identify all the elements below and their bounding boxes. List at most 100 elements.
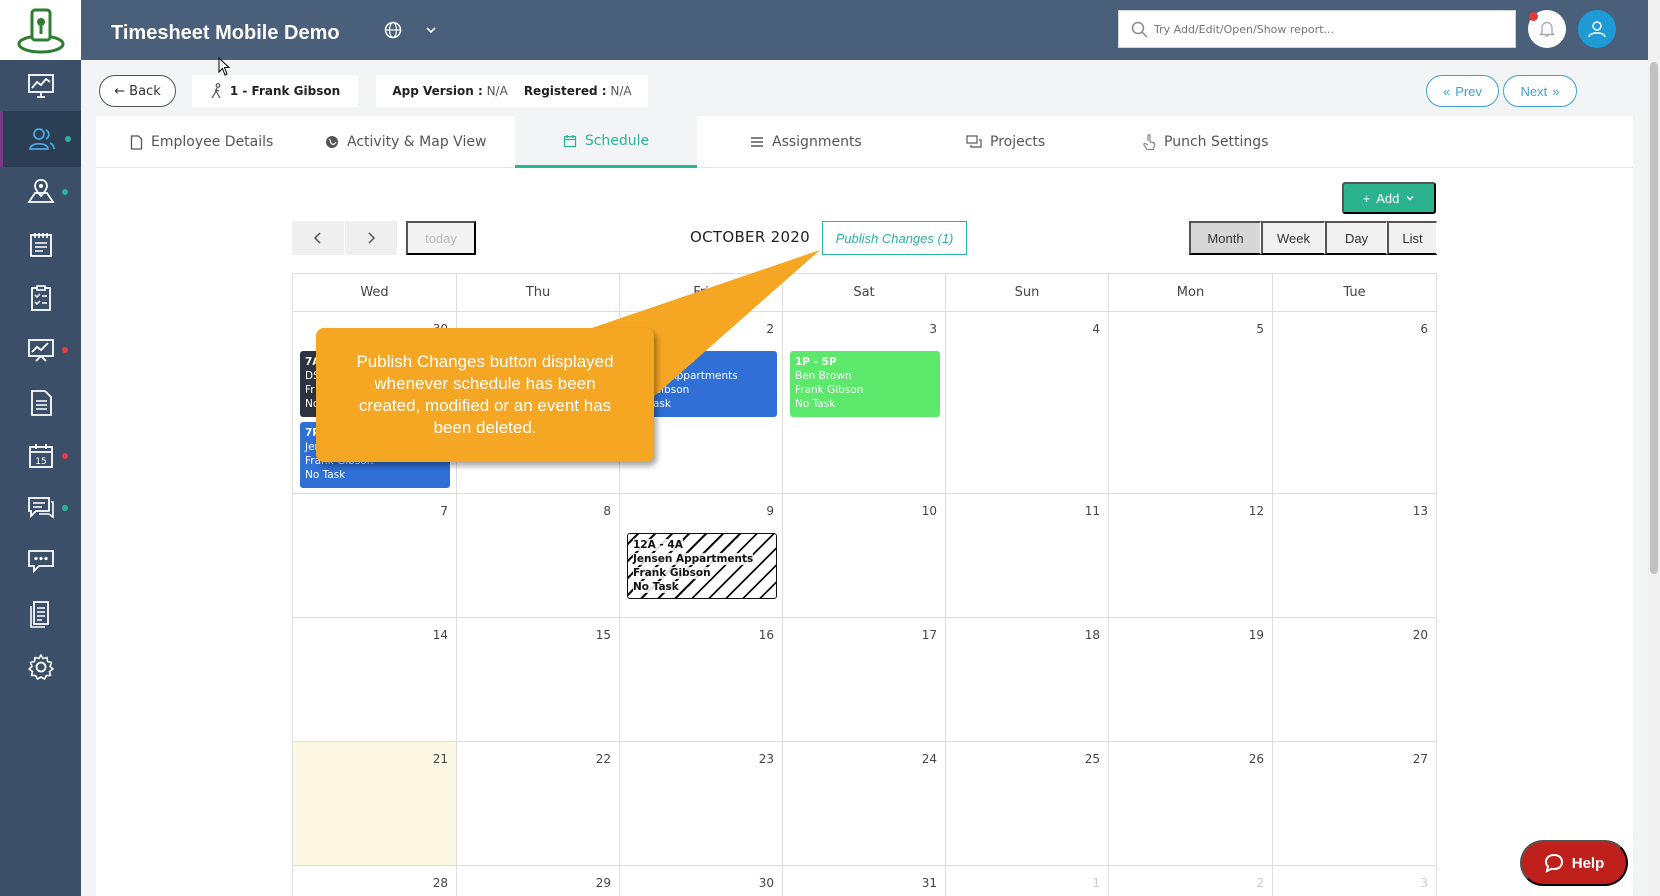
next-button[interactable]: Next » [1503, 75, 1577, 107]
publish-changes-button[interactable]: Publish Changes (1) [822, 221, 967, 255]
tab-activity-map[interactable]: Activity & Map View [325, 116, 486, 168]
globe-icon [326, 136, 338, 148]
day-cell[interactable]: 28 [293, 866, 457, 896]
day-cell[interactable]: 6 [1273, 312, 1436, 494]
tab-punch-settings[interactable]: Punch Settings [1142, 116, 1268, 168]
tab-assignments[interactable]: Assignments [750, 116, 862, 168]
view-day-button[interactable]: Day [1325, 221, 1387, 255]
day-cell[interactable]: 26 [1109, 742, 1273, 866]
projects-icon [966, 135, 982, 148]
sidebar-item-forms[interactable] [0, 586, 81, 642]
sidebar-item-map[interactable] [0, 164, 81, 220]
event-time: 1P - 5P [795, 356, 837, 368]
world-icon[interactable] [383, 20, 403, 44]
day-cell[interactable]: 3 [1273, 866, 1436, 896]
day-cell-today[interactable]: 21 [293, 742, 457, 866]
sidebar-item-timesheets[interactable] [0, 217, 81, 273]
search-input[interactable] [1154, 19, 1504, 39]
back-button[interactable]: ← Back [99, 75, 176, 107]
day-cell[interactable]: 27 [1273, 742, 1436, 866]
logo-icon [17, 8, 64, 54]
view-month-button[interactable]: Month [1189, 221, 1261, 255]
prev-button[interactable]: « Prev [1426, 75, 1499, 107]
day-number: 23 [758, 752, 774, 766]
view-week-button[interactable]: Week [1261, 221, 1325, 255]
day-cell[interactable]: 1 [946, 866, 1109, 896]
sidebar-item-more[interactable] [0, 533, 81, 589]
prev-month-button[interactable] [292, 221, 344, 255]
sidebar-item-reports[interactable] [0, 322, 81, 378]
employee-name: 1 - Frank Gibson [229, 84, 341, 98]
event-line: No Task [633, 581, 679, 593]
day-number: 25 [1084, 752, 1100, 766]
notebook-icon [29, 233, 52, 257]
day-cell[interactable]: 14 [293, 618, 457, 742]
calendar-event[interactable]: 1P - 5P Ben Brown Frank Gibson No Task [790, 351, 940, 417]
app-logo[interactable] [0, 0, 81, 60]
day-number: 17 [921, 628, 937, 642]
sidebar-item-calendar[interactable]: 15 [0, 428, 81, 484]
day-cell[interactable]: 2 [1109, 866, 1273, 896]
day-cell[interactable]: 8 [457, 494, 620, 618]
sidebar-item-messages[interactable] [0, 480, 81, 536]
day-cell[interactable]: 20 [1273, 618, 1436, 742]
day-cell[interactable]: 4 [946, 312, 1109, 494]
tab-projects[interactable]: Projects [966, 116, 1045, 168]
day-cell[interactable]: 29 [457, 866, 620, 896]
calendar-event-deleted[interactable]: 12A - 4A Jensen Appartments Frank Gibson… [627, 533, 777, 599]
day-cell[interactable]: 22 [457, 742, 620, 866]
day-cell[interactable]: 10 [783, 494, 946, 618]
day-cell[interactable]: 30 [620, 866, 783, 896]
search-box[interactable] [1118, 10, 1516, 48]
search-icon [1131, 21, 1148, 38]
event-time: 12A - 4A [633, 539, 683, 551]
top-bar: Timesheet Mobile Demo [81, 0, 1648, 60]
day-number: 6 [1420, 322, 1428, 336]
day-cell[interactable]: 19 [1109, 618, 1273, 742]
day-cell[interactable]: 11 [946, 494, 1109, 618]
event-line: Frank Gibson [633, 567, 711, 579]
day-cell[interactable]: 15 [457, 618, 620, 742]
next-month-button[interactable] [345, 221, 397, 255]
day-cell[interactable]: 7 [293, 494, 457, 618]
tab-schedule[interactable]: Schedule [515, 116, 697, 168]
day-cell[interactable]: 16 [620, 618, 783, 742]
day-cell[interactable]: 18 [946, 618, 1109, 742]
day-cell[interactable]: 24 [783, 742, 946, 866]
day-number: 19 [1248, 628, 1264, 642]
tab-employee-details[interactable]: Employee Details [130, 116, 273, 168]
user-avatar-button[interactable] [1578, 10, 1616, 48]
help-button[interactable]: Help [1520, 840, 1628, 886]
sidebar-item-dashboard[interactable] [0, 58, 81, 114]
sidebar-item-settings[interactable] [0, 639, 81, 695]
calendar-icon [563, 134, 576, 147]
day-cell[interactable]: 23 [620, 742, 783, 866]
day-number: 9 [766, 504, 774, 518]
sidebar-item-checklist[interactable] [0, 270, 81, 326]
forms-icon [29, 601, 49, 628]
event-line: No Task [305, 469, 346, 481]
day-cell[interactable]: 5 [1109, 312, 1273, 494]
calendar-title: OCTOBER 2020 [690, 228, 810, 246]
scrollbar-thumb[interactable] [1650, 62, 1658, 574]
event-line: Ben Brown [795, 370, 852, 382]
day-cell[interactable]: 25 [946, 742, 1109, 866]
event-line: Gibson [653, 384, 690, 396]
day-cell[interactable]: 12 [1109, 494, 1273, 618]
chat-icon [27, 497, 54, 519]
today-button[interactable]: today [406, 221, 476, 255]
map-pin-icon [26, 179, 55, 203]
day-cell[interactable]: 31 [783, 866, 946, 896]
chat-bubble-icon [1544, 853, 1563, 873]
annotation-callout: Publish Changes button displayed wheneve… [316, 328, 654, 462]
chevron-down-icon[interactable] [424, 22, 438, 41]
sidebar-item-documents[interactable] [0, 375, 81, 431]
add-button[interactable]: + Add [1342, 182, 1436, 214]
status-dot [62, 189, 68, 195]
day-cell[interactable]: 17 [783, 618, 946, 742]
view-list-button[interactable]: List [1387, 221, 1437, 255]
sidebar-item-employees[interactable] [0, 111, 81, 167]
status-dot [65, 136, 71, 142]
day-cell[interactable]: 13 [1273, 494, 1436, 618]
mouse-cursor-icon [218, 57, 231, 76]
